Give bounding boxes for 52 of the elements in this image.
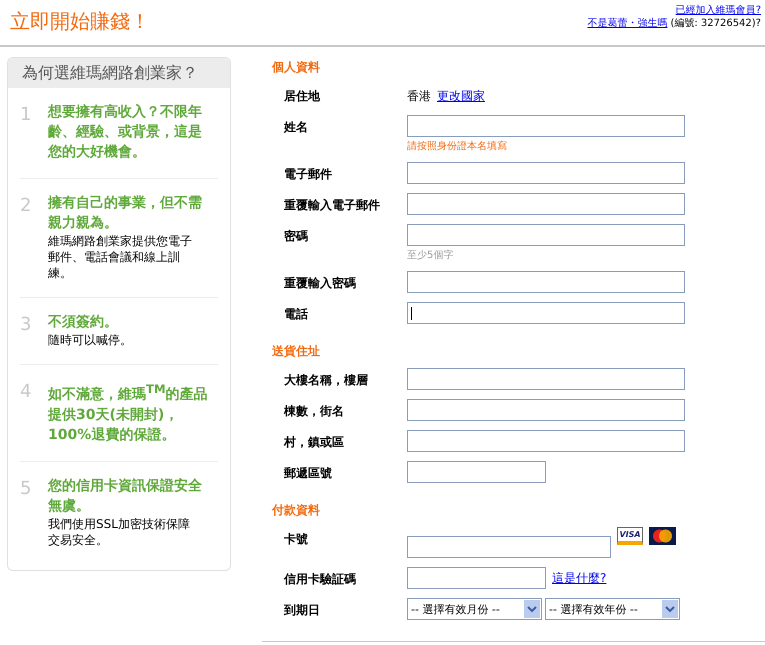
field-label: 電子郵件 [284, 166, 333, 183]
field-label: 密碼 [284, 228, 309, 245]
dropdown[interactable]: -- 選擇有效年份 -- [545, 598, 680, 620]
input-field[interactable] [407, 224, 685, 246]
help-link[interactable]: 這是什麼? [552, 570, 606, 586]
field-label: 大樓名稱，樓層 [284, 372, 369, 389]
benefit-text: 維瑪網路創業家提供您電子郵件、電話會議和線上訓練。 [48, 233, 193, 281]
field-label: 卡號 [284, 531, 309, 548]
residence-value: 香港 [407, 88, 431, 105]
benefit-heading: 如不滿意，維瑪$^{TM}$的產品提供30天(未開封)，100%退費的保證。 [48, 381, 209, 445]
mastercard-logo [649, 527, 676, 545]
field-label: 到期日 [284, 602, 321, 619]
input-field[interactable] [407, 193, 685, 215]
benefit-heading: 您的信用卡資訊保證安全無虞。 [48, 476, 203, 516]
input-field[interactable] [407, 162, 685, 184]
card-number-field[interactable] [407, 536, 611, 558]
field-label: 姓名 [284, 119, 309, 136]
field-label: 村，鎮或區 [284, 434, 345, 451]
input-field[interactable] [407, 368, 685, 390]
benefit-heading: 擁有自己的事業，但不需親力親為。 [48, 194, 203, 233]
member-login-link[interactable]: 已經加入維瑪會員? [676, 4, 761, 17]
benefit-heading: 想要擁有高收入？不限年齡、經驗、或背景，這是您的大好機會。 [48, 102, 203, 162]
text-cursor [411, 307, 412, 320]
input-field[interactable] [407, 271, 685, 293]
field-hint: 至少5個字 [407, 248, 454, 262]
field-label: 重覆輸入電子郵件 [284, 197, 381, 214]
field-label: 信用卡驗証碼 [284, 571, 357, 588]
dropdown[interactable]: -- 選擇有效月份 -- [407, 598, 542, 620]
change-country-link[interactable]: 更改國家 [437, 88, 485, 105]
section-title: 付款資料 [272, 502, 321, 519]
field-label: 電話 [284, 306, 309, 323]
field-label: 棟數，街名 [284, 403, 345, 420]
input-field[interactable] [407, 302, 685, 324]
input-field[interactable] [407, 399, 685, 421]
field-label: 重覆輸入密碼 [284, 275, 357, 292]
visa-card-logo: VISA [617, 527, 643, 545]
member-id: (編號: 32726542)? [670, 17, 761, 30]
field-label: 居住地 [284, 88, 321, 105]
benefit-heading: 不須簽約。 [48, 313, 119, 332]
page-title: 立即開始賺錢！ [10, 8, 150, 35]
panel-title: 為何選維瑪網路創業家？ [8, 58, 230, 88]
field-hint: 請按照身份證本名填寫 [407, 140, 508, 153]
section-title: 個人資料 [272, 59, 321, 76]
input-field[interactable] [407, 430, 685, 452]
not-me-link[interactable]: 不是葛蕾・強生嗎 [587, 17, 668, 30]
input-field[interactable] [407, 461, 546, 483]
section-title: 送貨住址 [272, 343, 321, 360]
benefit-text: 我們使用SSL加密技術保障交易安全。 [48, 516, 191, 548]
benefit-text: 隨時可以喊停。 [48, 332, 133, 348]
field-label: 郵遞區號 [284, 465, 333, 482]
input-field[interactable] [407, 567, 546, 589]
input-field[interactable] [407, 115, 685, 137]
